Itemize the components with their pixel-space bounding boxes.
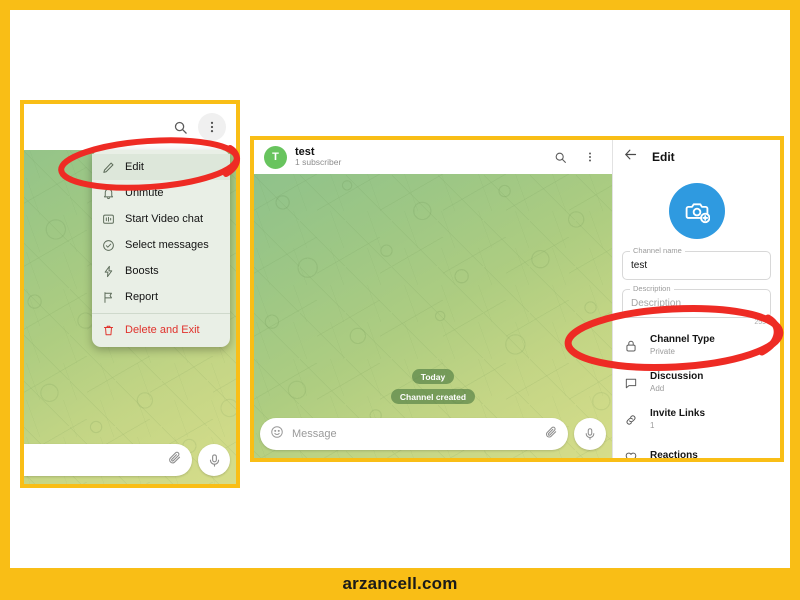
menu-divider (92, 313, 230, 314)
frame-right-border (790, 0, 800, 600)
frame-left-border (0, 0, 10, 600)
flag-icon (101, 290, 116, 305)
setting-row-discussion[interactable]: Discussion Add (613, 364, 780, 401)
setting-subtitle: Private (650, 346, 675, 356)
character-counter: 255 (754, 319, 766, 326)
date-badge: Today (411, 369, 455, 384)
menu-item-label: Report (125, 291, 159, 303)
left-phone-panel: Edit Unmute Start Video chat Select mess… (20, 100, 240, 488)
menu-item-label: Select messages (125, 239, 209, 251)
menu-item-report[interactable]: Report (92, 284, 230, 310)
search-icon[interactable] (166, 113, 194, 141)
channel-name-field[interactable]: Channel name test (622, 246, 771, 280)
description-placeholder: Description (631, 298, 682, 309)
microphone-icon[interactable] (198, 444, 230, 476)
service-messages: Today Channel created (254, 369, 612, 404)
chat-wallpaper-right (254, 174, 612, 458)
chat-bubble-icon (623, 375, 639, 391)
frame-top-border (0, 0, 800, 10)
menu-item-delete-and-exit[interactable]: Delete and Exit (92, 317, 230, 343)
setting-subtitle: Add (650, 383, 665, 393)
setting-title: Discussion (650, 371, 704, 383)
trash-icon (101, 323, 116, 338)
microphone-icon[interactable] (574, 418, 606, 450)
menu-item-label: Delete and Exit (125, 324, 200, 336)
bell-icon (101, 186, 116, 201)
tutorial-screenshot: Edit Unmute Start Video chat Select mess… (0, 0, 800, 600)
menu-item-edit[interactable]: Edit (92, 154, 230, 180)
right-message-composer: Message (260, 418, 606, 450)
paperclip-icon[interactable] (167, 450, 182, 470)
search-icon[interactable] (546, 143, 574, 171)
field-label: Channel name (630, 246, 685, 255)
setting-subtitle: 1 (650, 420, 655, 430)
pencil-icon (101, 160, 116, 175)
more-vertical-icon[interactable] (576, 143, 604, 171)
lock-icon (623, 338, 639, 354)
chat-header: T test 1 subscriber (254, 140, 612, 174)
message-input[interactable]: Message (260, 418, 568, 450)
setting-row-reactions[interactable]: Reactions (613, 438, 780, 458)
more-vertical-icon[interactable] (198, 113, 226, 141)
left-topbar (24, 104, 236, 150)
chat-subscriber-count: 1 subscriber (295, 157, 342, 168)
chat-body: Today Channel created Message (254, 174, 612, 458)
setting-title: Invite Links (650, 408, 706, 420)
setting-row-channel-type[interactable]: Channel Type Private (613, 327, 780, 364)
chat-column: T test 1 subscriber Today Channel create… (254, 140, 612, 458)
right-phone-panel: T test 1 subscriber Today Channel create… (250, 136, 784, 462)
channel-settings-list: Channel Type Private Discussion Add Invi… (613, 327, 780, 458)
menu-item-unmute[interactable]: Unmute (92, 180, 230, 206)
channel-overflow-menu[interactable]: Edit Unmute Start Video chat Select mess… (92, 150, 230, 347)
menu-item-select-messages[interactable]: Select messages (92, 232, 230, 258)
heart-icon (623, 449, 639, 458)
link-icon (623, 412, 639, 428)
paperclip-icon[interactable] (544, 425, 558, 444)
channel-created-badge: Channel created (390, 389, 476, 404)
menu-item-label: Start Video chat (125, 213, 204, 225)
menu-item-start-video-chat[interactable]: Start Video chat (92, 206, 230, 232)
menu-item-boosts[interactable]: Boosts (92, 258, 230, 284)
avatar-upload-wrapper (613, 174, 780, 251)
page-title: Edit (652, 150, 675, 164)
camera-plus-icon[interactable] (668, 183, 725, 239)
setting-row-invite-links[interactable]: Invite Links 1 (613, 401, 780, 438)
video-chat-icon (101, 212, 116, 227)
message-placeholder: Message (292, 428, 337, 440)
left-message-composer (24, 444, 236, 476)
arrow-back-icon[interactable] (623, 147, 638, 167)
edit-header: Edit (613, 140, 780, 174)
boost-icon (101, 264, 116, 279)
setting-title: Reactions (650, 450, 698, 458)
message-input[interactable] (24, 444, 192, 476)
avatar: T (264, 145, 287, 169)
setting-title: Channel Type (650, 334, 715, 346)
menu-item-label: Edit (125, 161, 144, 173)
description-field[interactable]: Description Description 255 (622, 284, 771, 326)
watermark: arzancell.com (342, 574, 458, 593)
field-label: Description (630, 284, 674, 293)
check-circle-icon (101, 238, 116, 253)
smiley-icon[interactable] (270, 425, 284, 444)
menu-item-label: Boosts (125, 265, 159, 277)
channel-name-value: test (631, 260, 648, 271)
edit-channel-panel: Edit Channel name test Description Descr… (612, 140, 780, 458)
menu-item-label: Unmute (125, 187, 164, 199)
